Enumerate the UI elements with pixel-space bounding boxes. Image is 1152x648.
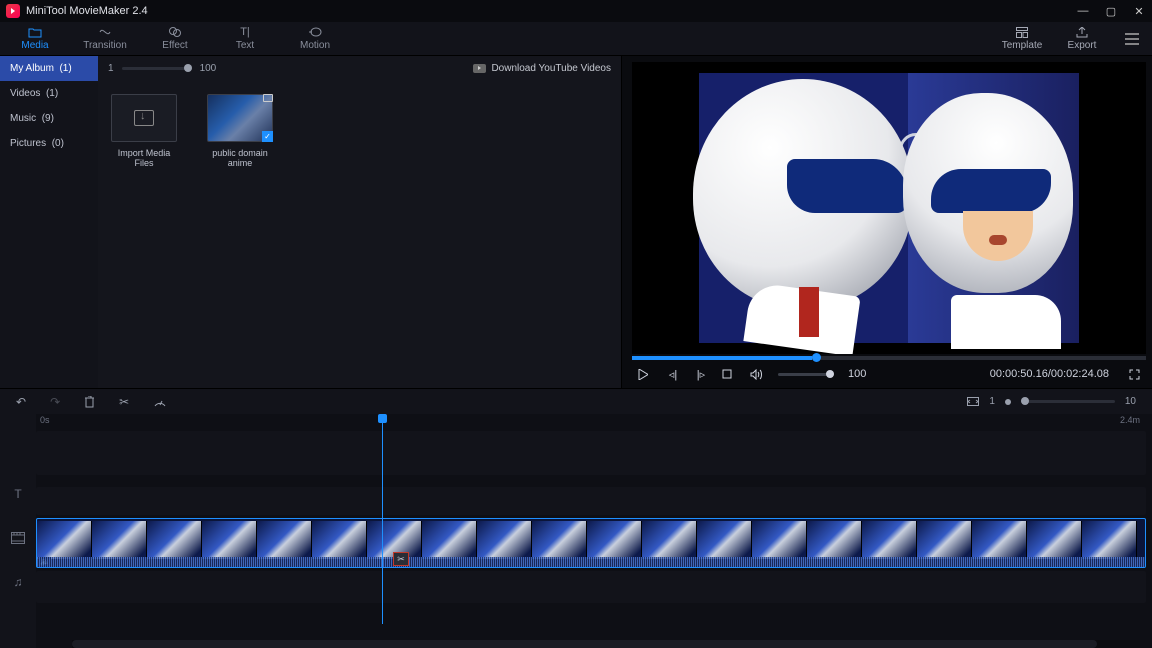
track-spacer (36, 431, 1146, 475)
download-youtube-button[interactable]: Download YouTube Videos (473, 63, 611, 74)
tab-transition[interactable]: Transition (70, 22, 140, 55)
title-bar: MiniTool MovieMaker 2.4 — ▢ ✕ (0, 0, 1152, 22)
zoom-slider[interactable] (1021, 400, 1115, 403)
split-marker[interactable]: ✂ (393, 552, 409, 566)
preview-frame-image (699, 73, 1079, 343)
video-track-icon (0, 516, 36, 560)
transition-icon (98, 26, 112, 38)
tab-label: Media (21, 40, 48, 51)
tab-effect[interactable]: Effect (140, 22, 210, 55)
minimize-button[interactable]: — (1076, 4, 1090, 18)
video-badge-icon (263, 94, 273, 102)
timeline-scrollbar[interactable] (72, 640, 1140, 648)
import-media-tile[interactable]: Import Media Files (108, 94, 180, 168)
video-track[interactable]: 🔈 (36, 518, 1146, 568)
text-icon: T| (238, 26, 252, 38)
text-track-icon: T (0, 472, 36, 516)
thumbnail-size-slider[interactable] (122, 67, 192, 70)
import-icon (134, 110, 154, 126)
speed-button[interactable] (153, 396, 167, 408)
tab-label: Text (236, 40, 254, 51)
ruler-start: 0s (40, 415, 50, 425)
zoom-max: 10 (1125, 396, 1136, 407)
motion-icon (308, 26, 322, 38)
thumbsize-max: 100 (200, 63, 217, 74)
volume-slider[interactable] (778, 373, 834, 376)
playhead[interactable] (382, 414, 383, 624)
effect-icon (168, 26, 182, 38)
download-youtube-label: Download YouTube Videos (491, 63, 611, 74)
volume-value: 100 (848, 368, 866, 380)
media-panel: 1 100 Download YouTube Videos Import Med… (98, 56, 622, 388)
music-track[interactable] (36, 571, 1146, 603)
library-sidebar: My Album (1) Videos (1) Music (9) Pictur… (0, 56, 98, 388)
text-track[interactable] (36, 487, 1146, 515)
timeline: T ♫ 0s 2.4m 🔈 ✂ (0, 414, 1152, 648)
export-button[interactable]: Export (1052, 22, 1112, 55)
folder-icon (28, 26, 42, 38)
preview-screen[interactable] (632, 62, 1146, 354)
template-icon (1016, 27, 1028, 38)
redo-button[interactable]: ↷ (50, 395, 60, 409)
tab-label: Transition (83, 40, 127, 51)
volume-icon[interactable] (750, 369, 764, 380)
tab-label: Motion (300, 40, 330, 51)
play-button[interactable] (638, 369, 652, 380)
template-label: Template (1002, 40, 1043, 51)
youtube-icon (473, 64, 486, 73)
split-button[interactable]: ✂ (119, 395, 129, 409)
timeline-toolbar: ↶ ↷ ✂ 1 10 (0, 388, 1152, 414)
ruler-end: 2.4m (1120, 415, 1140, 425)
clip-label: public domain anime (204, 148, 276, 168)
hamburger-icon (1124, 33, 1140, 45)
sidebar-item-pictures[interactable]: Pictures (0) (0, 131, 98, 156)
menu-button[interactable] (1112, 22, 1152, 55)
main-toolbar: Media Transition Effect T| Text Motion T… (0, 22, 1152, 56)
export-label: Export (1068, 40, 1097, 51)
sidebar-item-music[interactable]: Music (9) (0, 106, 98, 131)
fit-button[interactable] (967, 397, 979, 406)
preview-panel: ◃| |▹ 100 00:00:50.16/00:02:24.08 (622, 56, 1152, 388)
selected-check-icon: ✓ (262, 131, 273, 142)
app-logo-icon (6, 4, 20, 18)
sidebar-item-myalbum[interactable]: My Album (1) (0, 56, 98, 81)
next-frame-button[interactable]: |▹ (694, 368, 708, 381)
prev-frame-button[interactable]: ◃| (666, 368, 680, 381)
media-clip-tile[interactable]: ✓ public domain anime (204, 94, 276, 168)
tab-label: Effect (162, 40, 187, 51)
undo-button[interactable]: ↶ (16, 395, 26, 409)
time-ruler[interactable]: 0s 2.4m (36, 414, 1146, 428)
fullscreen-button[interactable] (1129, 369, 1140, 380)
tab-motion[interactable]: Motion (280, 22, 350, 55)
zoom-dot-icon (1005, 399, 1011, 405)
maximize-button[interactable]: ▢ (1104, 4, 1118, 18)
timecode: 00:00:50.16/00:02:24.08 (990, 368, 1109, 380)
preview-seek-bar[interactable] (632, 356, 1146, 360)
audio-waveform (37, 557, 1145, 567)
music-track-icon: ♫ (0, 560, 36, 604)
close-button[interactable]: ✕ (1132, 4, 1146, 18)
delete-button[interactable] (84, 396, 95, 408)
sidebar-item-videos[interactable]: Videos (1) (0, 81, 98, 106)
stop-button[interactable] (722, 369, 736, 379)
zoom-min: 1 (989, 396, 995, 407)
tab-media[interactable]: Media (0, 22, 70, 55)
app-title: MiniTool MovieMaker 2.4 (26, 5, 148, 17)
export-icon (1076, 27, 1088, 38)
thumbsize-min: 1 (108, 63, 114, 74)
tab-text[interactable]: T| Text (210, 22, 280, 55)
template-button[interactable]: Template (992, 22, 1052, 55)
import-label: Import Media Files (108, 148, 180, 168)
